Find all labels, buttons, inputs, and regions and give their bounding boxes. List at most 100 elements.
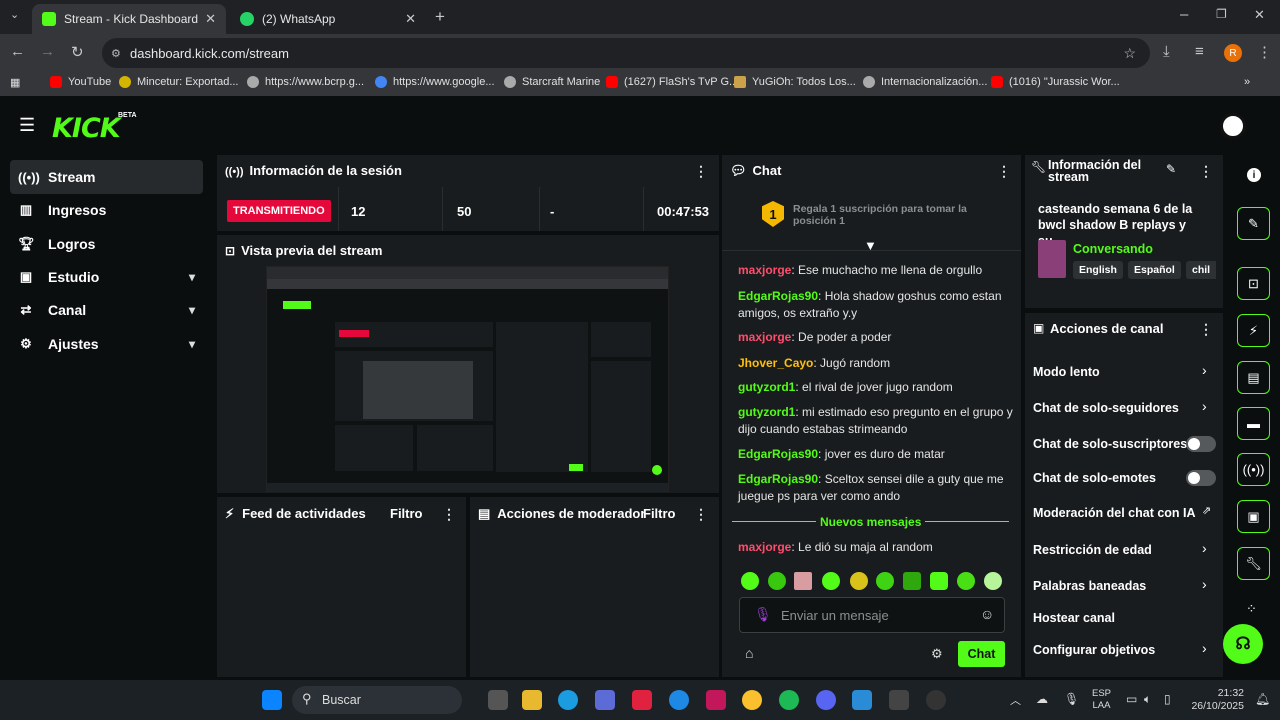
apps-icon[interactable]: ▦ (10, 76, 20, 89)
notification-icon[interactable]: 🔔︎ (1255, 692, 1270, 706)
nav-logros[interactable]: 🏆︎ Logros (10, 227, 203, 261)
chrome-icon[interactable] (742, 690, 762, 710)
more-bookmarks-icon[interactable]: » (1244, 76, 1250, 88)
discord-icon[interactable] (816, 690, 836, 710)
menu-icon[interactable]: ⋮ (1257, 43, 1272, 61)
download-icon[interactable]: ⤓ (1163, 43, 1170, 60)
external-link-icon[interactable]: ⇗ (1202, 504, 1211, 517)
close-tab-icon[interactable]: ✕ (205, 11, 216, 27)
bookmark-youtube[interactable]: YouTube (50, 76, 111, 88)
chevron-right-icon[interactable]: › (1202, 540, 1207, 556)
actions-widget-icon[interactable]: ▣ (1237, 500, 1270, 533)
tab-search-icon[interactable]: ⌄ (10, 8, 19, 21)
solo-emotes-toggle[interactable] (1186, 470, 1216, 486)
mod-filter-button[interactable]: Filtro (643, 506, 676, 521)
reload-icon[interactable]: ↻ (71, 43, 84, 61)
solo-suscriptores-toggle[interactable] (1186, 436, 1216, 452)
app-icon[interactable] (889, 690, 909, 710)
action-configurar-objetivos[interactable]: Configurar objetivos (1033, 643, 1155, 657)
emote-icon[interactable] (822, 572, 840, 590)
bolt-icon[interactable]: ⚡︎ (1237, 314, 1270, 347)
forward-icon[interactable]: → (40, 43, 55, 60)
nav-stream[interactable]: ((•)) Stream (10, 160, 203, 194)
emote-icon[interactable] (794, 572, 812, 590)
chat-username[interactable]: EdgarRojas90 (738, 472, 818, 486)
volume-icon[interactable]: 🔈︎ (1144, 692, 1151, 707)
stream-info-menu-icon[interactable]: ⋮ (1199, 163, 1213, 180)
chat-menu-icon[interactable]: ⋮ (997, 163, 1011, 180)
tab-whatsapp[interactable]: (2) WhatsApp ✕ (230, 4, 426, 34)
document-icon[interactable]: ▤ (1237, 361, 1270, 394)
nav-estudio[interactable]: ▣ Estudio ▾ (10, 260, 203, 294)
bookmark-flash[interactable]: (1627) FlaSh's TvP G... (606, 76, 738, 88)
session-menu-icon[interactable]: ⋮ (694, 163, 708, 180)
chat-username[interactable]: EdgarRojas90 (738, 447, 818, 461)
nav-canal[interactable]: ⇄ Canal ▾ (10, 293, 203, 327)
chevron-right-icon[interactable]: › (1202, 398, 1207, 414)
emote-icon[interactable] (984, 572, 1002, 590)
url-input[interactable]: ⚙ dashboard.kick.com/stream ☆ (102, 38, 1150, 68)
minimize-icon[interactable]: – (1180, 6, 1188, 23)
chat-username[interactable]: Jhover_Cayo (738, 356, 813, 370)
back-icon[interactable]: ← (10, 43, 25, 60)
windows-start-icon[interactable] (262, 690, 282, 710)
chevron-right-icon[interactable]: › (1202, 640, 1207, 656)
chat-message-input[interactable]: 🎙︎ Enviar un mensaje ☺ (739, 597, 1005, 633)
emote-icon[interactable] (903, 572, 921, 590)
chat-settings-icon[interactable]: ⚙ (931, 646, 943, 662)
emote-icon[interactable] (876, 572, 894, 590)
close-window-icon[interactable]: ✕ (1254, 7, 1265, 23)
bookmark-google[interactable]: https://www.google... (375, 76, 495, 88)
mic-icon[interactable]: 🎙︎ (1064, 692, 1079, 706)
chevron-right-icon[interactable]: › (1202, 362, 1207, 378)
preview-widget-icon[interactable]: ⊡ (1237, 267, 1270, 300)
bookmark-jurassic[interactable]: (1016) "Jurassic Wor... (991, 76, 1120, 88)
chat-username[interactable]: maxjorge (738, 330, 791, 344)
category-name[interactable]: Conversando (1073, 242, 1153, 256)
kick-logo[interactable]: KICK (52, 113, 121, 144)
chat-username[interactable]: maxjorge (738, 263, 791, 277)
wrench-icon[interactable]: 🔧︎ (1237, 547, 1270, 580)
help-headset-icon[interactable]: ☊ (1223, 624, 1263, 664)
action-modo-lento[interactable]: Modo lento (1033, 365, 1100, 379)
channel-actions-menu-icon[interactable]: ⋮ (1199, 321, 1213, 338)
user-avatar[interactable] (1220, 113, 1246, 139)
maximize-icon[interactable]: ❐ (1216, 7, 1227, 21)
cloud-icon[interactable]: ☁ (1036, 692, 1048, 706)
network-icon[interactable]: ▭ (1126, 692, 1137, 706)
close-tab-icon[interactable]: ✕ (405, 11, 416, 27)
tag-espanol[interactable]: Español (1128, 261, 1181, 279)
language-indicator[interactable]: ESP LAA (1092, 688, 1111, 712)
app-icon[interactable] (669, 690, 689, 710)
clock[interactable]: 21:32 26/10/2025 (1190, 687, 1244, 713)
profile-avatar[interactable]: R (1224, 44, 1242, 62)
emote-icon[interactable] (850, 572, 868, 590)
category-thumbnail[interactable] (1038, 240, 1066, 278)
chat-bubble-icon[interactable]: ▬ (1237, 407, 1270, 440)
chevron-right-icon[interactable]: › (1202, 576, 1207, 592)
action-moderacion-ia[interactable]: Moderación del chat con IA (1033, 506, 1196, 520)
app-icon[interactable] (706, 690, 726, 710)
site-info-icon[interactable]: ⚙ (111, 47, 121, 60)
edit-icon[interactable]: ✎ (1237, 207, 1270, 240)
activity-filter-button[interactable]: Filtro (390, 506, 423, 521)
activity-menu-icon[interactable]: ⋮ (442, 506, 456, 523)
store-icon[interactable]: ⌂ (745, 645, 753, 661)
tab-kick-dashboard[interactable]: Stream - Kick Dashboard ✕ (32, 4, 226, 34)
nav-ingresos[interactable]: ▥ Ingresos (10, 193, 203, 227)
broadcast-icon[interactable]: ((•)) (1237, 453, 1270, 486)
info-icon[interactable]: i (1247, 168, 1261, 182)
chat-username[interactable]: gutyzord1 (738, 380, 795, 394)
hamburger-menu-icon[interactable]: ☰ (19, 115, 35, 136)
file-explorer-icon[interactable] (522, 690, 542, 710)
media-control-icon[interactable]: ≡ (1195, 43, 1204, 60)
nav-ajustes[interactable]: ⚙ Ajustes ▾ (10, 327, 203, 361)
app-icon[interactable] (852, 690, 872, 710)
bookmark-bcrp[interactable]: https://www.bcrp.g... (247, 76, 364, 88)
task-view-icon[interactable] (488, 690, 508, 710)
chat-username[interactable]: EdgarRojas90 (738, 289, 818, 303)
obs-icon[interactable] (926, 690, 946, 710)
taskbar-search-input[interactable]: ⚲ Buscar (292, 686, 462, 714)
app-icon[interactable] (632, 690, 652, 710)
action-restriccion-edad[interactable]: Restricción de edad (1033, 543, 1152, 557)
